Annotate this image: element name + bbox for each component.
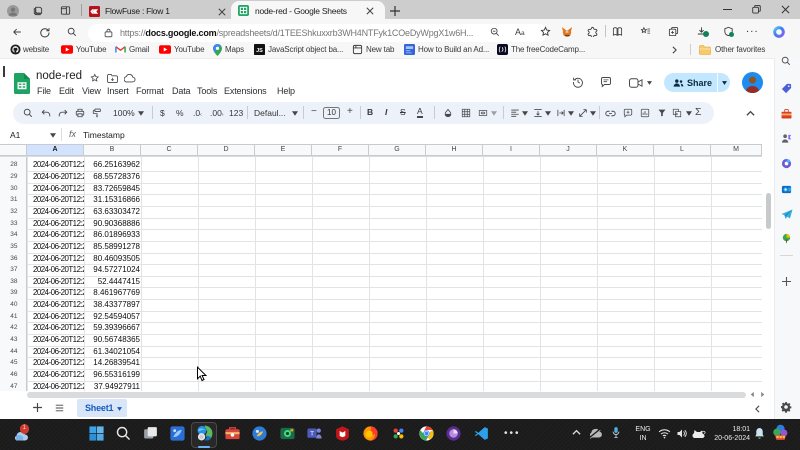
- svg-text:T: T: [310, 431, 314, 438]
- svg-text:JS: JS: [256, 48, 263, 54]
